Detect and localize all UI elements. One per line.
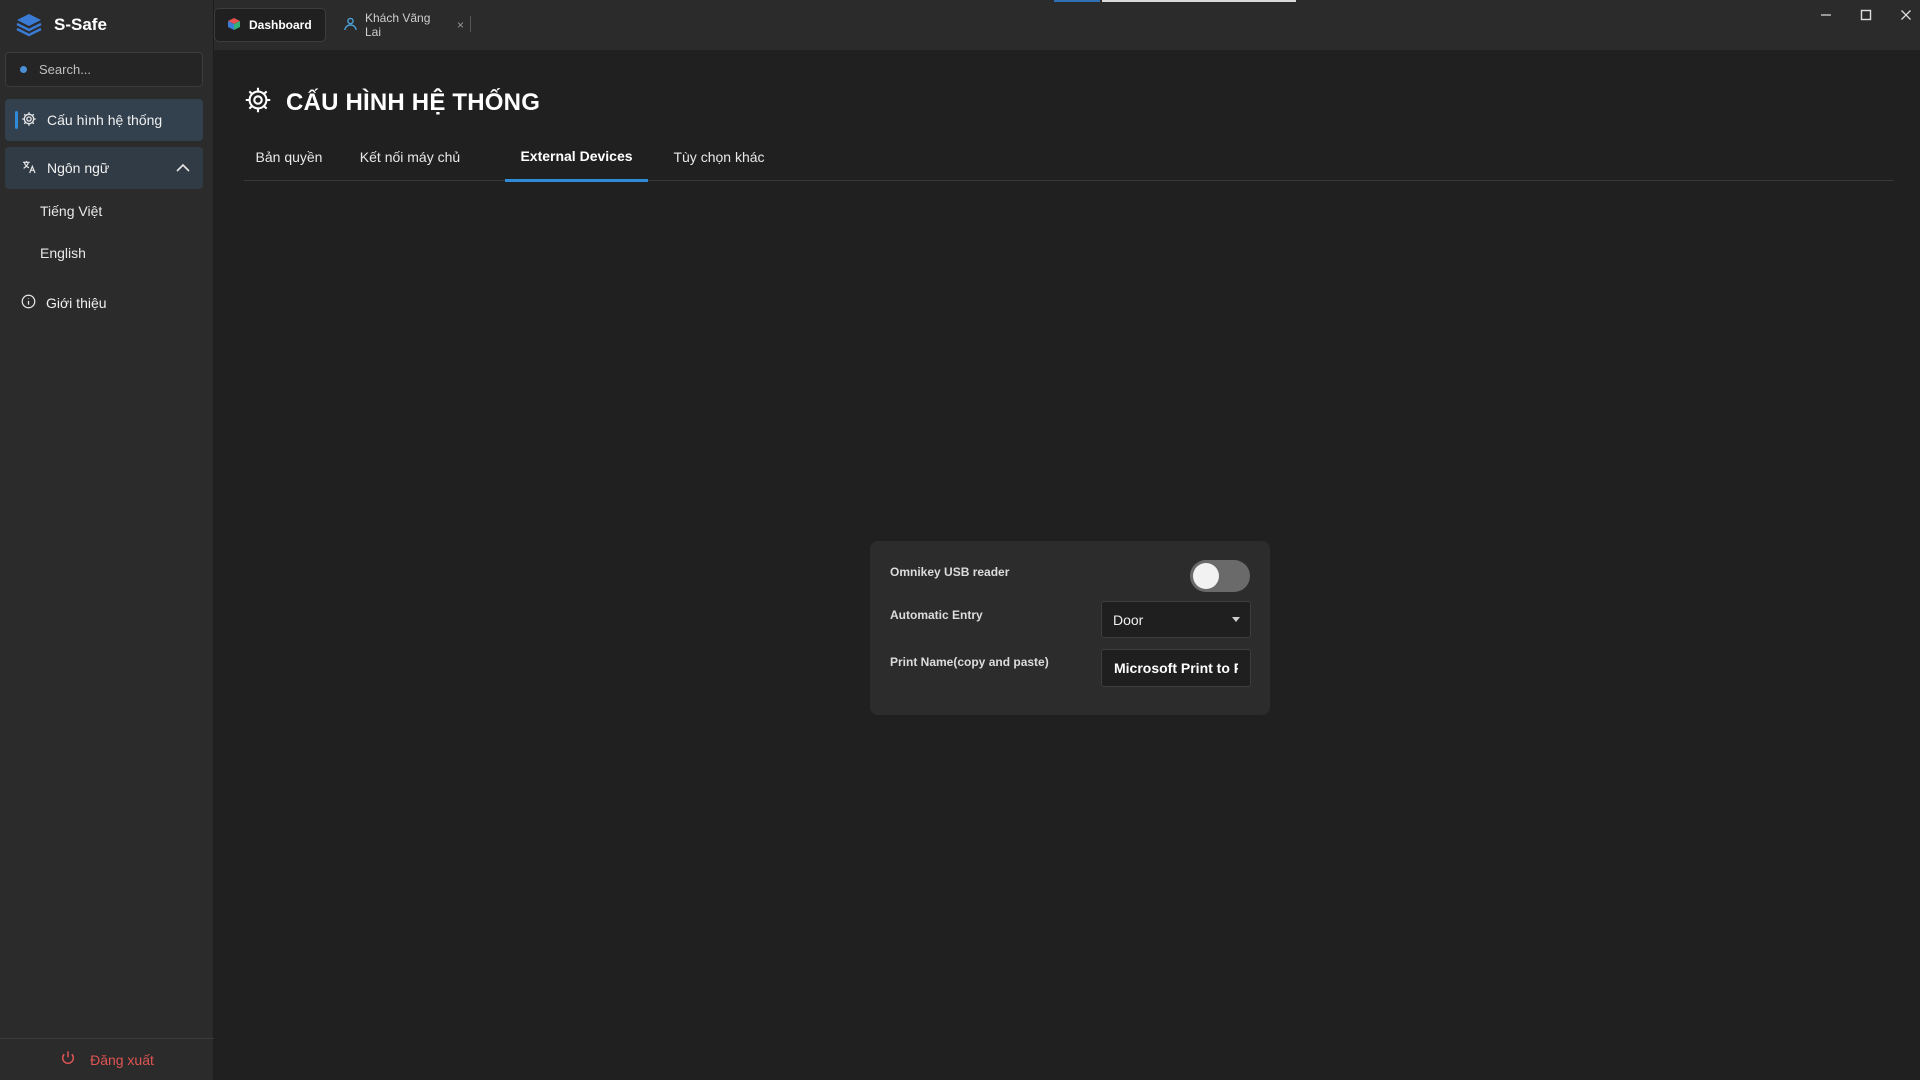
power-icon bbox=[60, 1050, 76, 1069]
user-icon bbox=[344, 17, 357, 34]
omnikey-toggle[interactable] bbox=[1190, 560, 1250, 592]
chevron-up-icon[interactable] bbox=[175, 160, 191, 179]
loading-bar bbox=[1054, 0, 1100, 2]
tab-label: Khách Vãng Lai bbox=[365, 11, 431, 39]
automatic-entry-value: Door bbox=[1113, 611, 1144, 628]
print-name-input[interactable] bbox=[1101, 649, 1251, 687]
main-content: CẤU HÌNH HỆ THỐNG Bản quyền Kết nối máy … bbox=[214, 50, 1920, 1080]
gear-icon bbox=[244, 86, 272, 119]
app-name: S-Safe bbox=[54, 15, 107, 34]
close-window-button[interactable] bbox=[1891, 4, 1920, 26]
page-title: CẤU HÌNH HỆ THỐNG bbox=[286, 88, 541, 116]
sidebar-subitem-english[interactable]: English bbox=[40, 245, 86, 261]
search-input[interactable] bbox=[39, 62, 189, 77]
info-icon bbox=[21, 294, 36, 312]
sidebar-item-about[interactable]: Giới thiệu bbox=[5, 282, 203, 324]
settings-tabs: Bản quyền Kết nối máy chủ External Devic… bbox=[244, 132, 1894, 182]
brand: S-Safe bbox=[14, 10, 107, 40]
app-window: S-Safe Cấu hình hệ thống Ngôn ngữ Tiếng … bbox=[0, 0, 1920, 1080]
automatic-entry-label: Automatic Entry bbox=[890, 608, 983, 622]
sidebar-item-language[interactable]: Ngôn ngữ bbox=[5, 147, 203, 189]
translate-icon bbox=[21, 159, 37, 178]
search-box[interactable] bbox=[5, 52, 203, 87]
chevron-down-icon bbox=[1232, 617, 1240, 622]
tab-separator bbox=[470, 16, 471, 32]
gear-icon bbox=[21, 111, 37, 130]
logout-button[interactable]: Đăng xuất bbox=[0, 1038, 214, 1080]
sidebar-item-label: Ngôn ngữ bbox=[47, 160, 110, 176]
tab-walk-in-guest[interactable]: Khách Vãng Lai × bbox=[332, 8, 476, 42]
minimize-button[interactable] bbox=[1811, 4, 1841, 26]
tab-label: Dashboard bbox=[249, 18, 312, 32]
loading-bar-track bbox=[1102, 0, 1296, 2]
tab-other-options[interactable]: Tùy chọn khác bbox=[654, 132, 784, 181]
sidebar-item-label: Cấu hình hệ thống bbox=[47, 112, 163, 128]
toggle-knob bbox=[1193, 563, 1219, 589]
sidebar-subitem-vietnamese[interactable]: Tiếng Việt bbox=[40, 203, 102, 219]
tab-server-connection[interactable]: Kết nối máy chủ bbox=[340, 132, 480, 181]
page-header: CẤU HÌNH HỆ THỐNG bbox=[244, 86, 540, 119]
omnikey-label: Omnikey USB reader bbox=[890, 565, 1010, 579]
title-bar: Dashboard Khách Vãng Lai × bbox=[214, 0, 1920, 50]
sidebar-item-system-config[interactable]: Cấu hình hệ thống bbox=[5, 99, 203, 141]
external-devices-card: Omnikey USB reader Automatic Entry Door … bbox=[870, 541, 1270, 715]
s-safe-logo-icon bbox=[14, 10, 44, 40]
tab-license[interactable]: Bản quyền bbox=[244, 132, 334, 181]
print-name-label: Print Name(copy and paste) bbox=[890, 655, 1049, 669]
close-icon[interactable]: × bbox=[457, 18, 464, 32]
automatic-entry-select[interactable]: Door bbox=[1101, 601, 1251, 638]
sidebar-item-label: Giới thiệu bbox=[46, 295, 107, 311]
logout-label: Đăng xuất bbox=[90, 1051, 154, 1068]
search-icon bbox=[20, 66, 27, 73]
tab-dashboard[interactable]: Dashboard bbox=[214, 8, 326, 42]
sidebar: S-Safe Cấu hình hệ thống Ngôn ngữ Tiếng … bbox=[0, 0, 214, 1080]
dashboard-icon bbox=[227, 17, 241, 34]
maximize-button[interactable] bbox=[1851, 4, 1881, 26]
tab-external-devices[interactable]: External Devices bbox=[505, 132, 648, 182]
